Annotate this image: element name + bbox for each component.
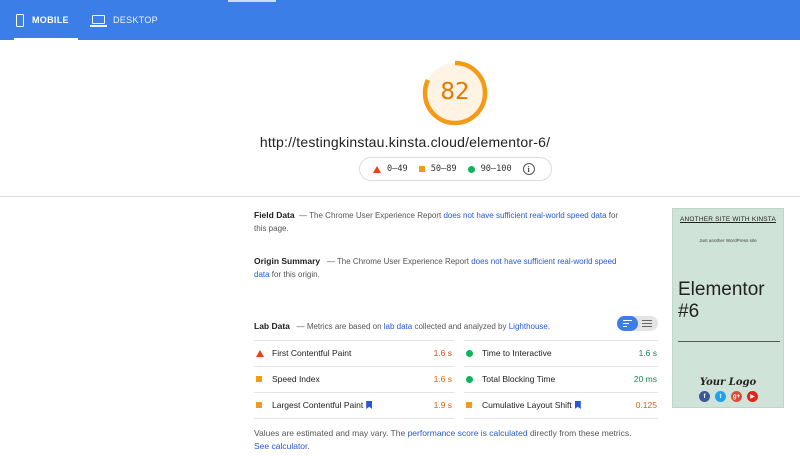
performance-score: 82 [440, 79, 470, 105]
field-data-section: Field Data — The Chrome User Experience … [254, 209, 624, 235]
report-tab-bar: MOBILE DESKTOP [0, 0, 800, 40]
metrics-footnote: Values are estimated and may vary. The p… [254, 427, 634, 453]
metric-value: 1.9 s [433, 400, 452, 410]
bookmark-icon[interactable] [574, 401, 581, 409]
square-icon [256, 376, 262, 382]
metric-value: 1.6 s [638, 348, 657, 358]
metric-value: 20 ms [633, 374, 657, 384]
metric-value: 1.6 s [433, 348, 452, 358]
circle-icon [467, 165, 475, 173]
legend-item-fail: 0–49 [373, 164, 408, 174]
see-calculator-link[interactable]: See calculator [254, 441, 307, 451]
square-icon [256, 402, 262, 408]
thumbnail-heading: Elementor #6 [678, 279, 765, 322]
legend-item-pass: 90–100 [467, 164, 512, 174]
lab-data-text: — Metrics are based on [296, 322, 384, 331]
metric-label: First Contentful Paint [272, 348, 352, 358]
tab-mobile-label: MOBILE [32, 15, 69, 25]
page-screenshot-thumbnail: ANOTHER SITE WITH KINSTA Just another Wo… [672, 208, 784, 408]
footnote-text-mid: directly from these metrics. [527, 428, 632, 438]
metric-label: Cumulative Layout Shift [482, 400, 572, 410]
metric-value: 0.125 [635, 400, 657, 410]
lab-data-title: Lab Data [254, 321, 290, 331]
facebook-icon: f [699, 391, 710, 402]
lab-data-text-mid: collected and analyzed by [412, 322, 509, 331]
legend-item-average: 50–89 [418, 164, 457, 174]
footnote-text: Values are estimated and may vary. The [254, 428, 408, 438]
metric-value: 1.6 s [433, 374, 452, 384]
field-data-text: — The Chrome User Experience Report [299, 211, 444, 220]
origin-summary-title: Origin Summary [254, 256, 321, 266]
metric-time-to-interactive: Time to Interactive 1.6 s [466, 340, 657, 366]
phone-icon [16, 13, 24, 27]
performance-score-link[interactable]: performance score is calculated [408, 428, 528, 438]
legend-range-fail: 0–49 [387, 164, 408, 174]
monitor-icon [90, 14, 107, 27]
triangle-icon [256, 349, 264, 357]
metric-speed-index: Speed Index 1.6 s [256, 366, 452, 392]
circle-icon [466, 349, 473, 357]
square-icon [418, 166, 425, 172]
lab-data-text-end: . [547, 322, 551, 331]
compact-view-button[interactable] [617, 316, 638, 331]
footnote-text-end: . [307, 441, 310, 451]
twitter-icon: t [715, 391, 726, 402]
scroll-hint [228, 0, 276, 2]
metric-cumulative-layout-shift: Cumulative Layout Shift 0.125 [466, 392, 657, 418]
section-divider [0, 196, 800, 197]
tab-desktop-label: DESKTOP [113, 15, 158, 25]
thumbnail-site-title: ANOTHER SITE WITH KINSTA [679, 216, 777, 223]
google-plus-icon: g+ [731, 391, 742, 402]
thumbnail-divider [678, 341, 780, 342]
circle-icon [466, 375, 473, 383]
score-legend: 0–49 50–89 90–100 i [359, 157, 552, 181]
tested-url: http://testingkinstau.kinsta.cloud/eleme… [259, 134, 551, 150]
tab-desktop[interactable]: DESKTOP [90, 0, 162, 40]
field-data-title: Field Data [254, 210, 295, 220]
bookmark-icon[interactable] [366, 401, 373, 409]
metric-label: Speed Index [272, 374, 320, 384]
legend-range-pass: 90–100 [480, 164, 512, 174]
origin-summary-text-end: for this origin. [269, 270, 320, 279]
metric-label: Total Blocking Time [482, 374, 556, 384]
lab-data-header: Lab Data — Metrics are based on lab data… [254, 320, 614, 333]
square-icon [466, 402, 472, 408]
row-divider [254, 418, 454, 419]
youtube-icon: ▶ [747, 391, 758, 402]
metric-first-contentful-paint: First Contentful Paint 1.6 s [256, 340, 452, 366]
metric-label: Time to Interactive [482, 348, 552, 358]
info-icon[interactable]: i [522, 163, 535, 175]
origin-summary-section: Origin Summary — The Chrome User Experie… [254, 255, 624, 281]
field-data-link[interactable]: does not have sufficient real-world spee… [443, 211, 606, 220]
metric-largest-contentful-paint: Largest Contentful Paint 1.9 s [256, 392, 452, 418]
metric-label: Largest Contentful Paint [272, 400, 364, 410]
metric-view-toggle[interactable] [617, 316, 658, 331]
thumbnail-logo: Your Logo [699, 377, 757, 388]
legend-range-average: 50–89 [430, 164, 457, 174]
thumbnail-tagline: Just another WordPress site [699, 238, 757, 243]
lab-data-link[interactable]: lab data [384, 322, 412, 331]
triangle-icon [373, 165, 381, 173]
expanded-view-button[interactable] [638, 316, 658, 331]
row-divider [464, 418, 658, 419]
origin-summary-text: — The Chrome User Experience Report [326, 257, 472, 266]
tab-mobile[interactable]: MOBILE [14, 0, 78, 40]
lighthouse-link[interactable]: Lighthouse [509, 322, 548, 331]
metric-total-blocking-time: Total Blocking Time 20 ms [466, 366, 657, 392]
